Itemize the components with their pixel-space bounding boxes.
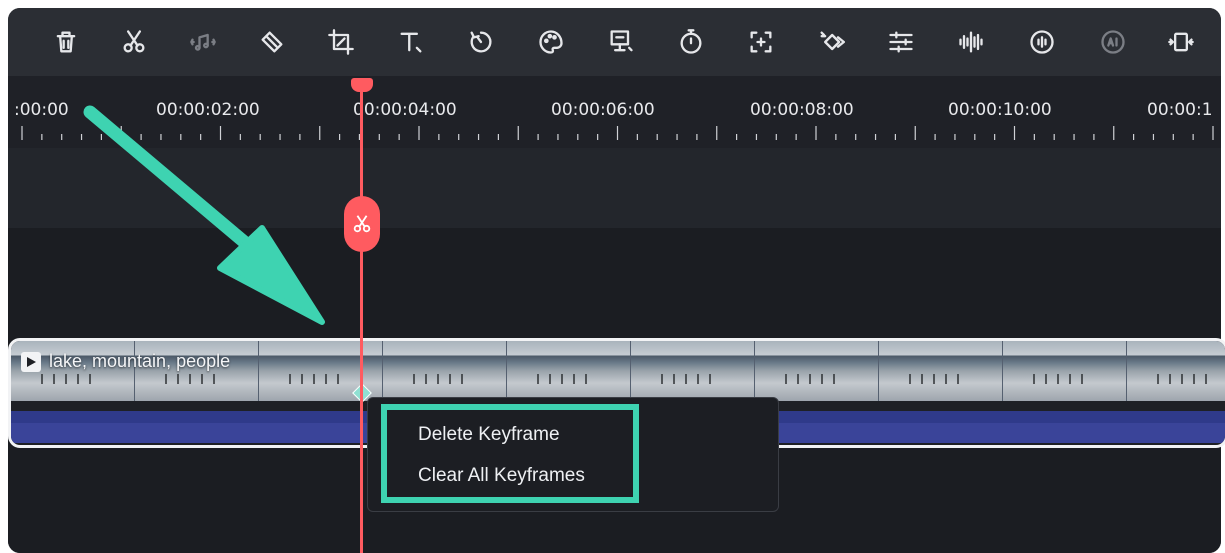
ai-icon[interactable] [1095, 24, 1131, 60]
highlight-box [381, 404, 639, 503]
text-icon[interactable] [393, 24, 429, 60]
clip-thumbnail [879, 341, 1003, 401]
freeze-frame-icon[interactable] [1163, 24, 1199, 60]
timecode-label: 00:00:1 [1147, 100, 1213, 120]
delete-icon[interactable] [48, 24, 84, 60]
clip-name: lake, mountain, people [49, 351, 231, 371]
speed-icon[interactable] [463, 24, 499, 60]
play-icon [21, 351, 41, 372]
playhead-handle[interactable] [351, 78, 373, 92]
timecode-label: 00:00:10:00 [948, 100, 1052, 120]
split-icon[interactable] [116, 24, 152, 60]
tag-icon[interactable] [254, 24, 290, 60]
voice-icon[interactable] [1024, 24, 1060, 60]
timecode-label: 00:00:02:00 [156, 100, 260, 120]
delete-keyframe-menu-item[interactable]: Delete Keyframe [418, 424, 560, 446]
timecode-label: 00:00:06:00 [551, 100, 655, 120]
timecode-label: 00:00:08:00 [750, 100, 854, 120]
toolbar [8, 8, 1221, 76]
time-ruler[interactable]: :00:00 00:00:02:00 00:00:04:00 00:00:06:… [8, 76, 1221, 148]
clip-thumbnail [507, 341, 631, 401]
keyframe-icon[interactable] [813, 24, 849, 60]
clear-all-keyframes-menu-item[interactable]: Clear All Keyframes [418, 465, 585, 487]
audio-detach-icon[interactable] [185, 24, 221, 60]
timer-icon[interactable] [673, 24, 709, 60]
timecode-label: 00:00:04:00 [353, 100, 457, 120]
clip-title: lake, mountain, people [21, 351, 230, 372]
empty-track [8, 148, 1221, 228]
audio-waveform-icon[interactable] [953, 24, 989, 60]
screen-icon[interactable] [603, 24, 639, 60]
clip-thumbnail [631, 341, 755, 401]
scissors-icon [353, 215, 371, 233]
crop-icon[interactable] [323, 24, 359, 60]
ruler-ticks [21, 126, 1214, 140]
timecode-label: :00:00 [14, 100, 69, 120]
adjust-icon[interactable] [883, 24, 919, 60]
clip-thumbnail [755, 341, 879, 401]
clip-thumbnail [1003, 341, 1127, 401]
color-palette-icon[interactable] [533, 24, 569, 60]
zoom-fit-icon[interactable] [743, 24, 779, 60]
clip-thumbnail [383, 341, 507, 401]
playhead-line[interactable] [360, 78, 363, 553]
clip-thumbnail [1127, 341, 1225, 401]
split-marker-button[interactable] [344, 196, 380, 252]
